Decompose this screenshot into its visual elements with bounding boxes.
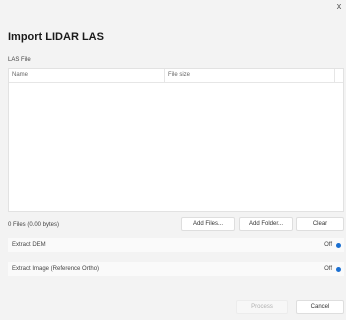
extract-dem-toggle[interactable] [336, 243, 341, 248]
import-lidar-dialog: x Import LIDAR LAS LAS File Name File si… [0, 0, 346, 320]
add-files-button[interactable]: Add Files... [181, 217, 235, 231]
extract-image-label: Extract Image (Reference Ortho) [12, 266, 100, 272]
dialog-title: Import LIDAR LAS [8, 31, 104, 43]
column-header-file-size[interactable]: File size [165, 69, 335, 82]
extract-image-state: Off [324, 266, 332, 272]
add-folder-button[interactable]: Add Folder... [239, 217, 293, 231]
extract-dem-row: Extract DEM Off [8, 238, 344, 252]
las-file-table[interactable]: Name File size [8, 68, 344, 212]
extract-image-toggle[interactable] [336, 267, 341, 272]
extract-dem-state: Off [324, 242, 332, 248]
column-header-name[interactable]: Name [9, 69, 165, 82]
files-summary: 0 Files (0.00 bytes) [8, 222, 60, 228]
clear-button[interactable]: Clear [296, 217, 344, 231]
las-file-label: LAS File [8, 57, 31, 63]
process-button[interactable]: Process [236, 300, 288, 314]
table-header: Name File size [9, 69, 343, 83]
column-header-filler [335, 69, 343, 82]
close-icon[interactable]: x [334, 0, 344, 12]
extract-dem-label: Extract DEM [12, 242, 46, 248]
cancel-button[interactable]: Cancel [296, 300, 344, 314]
extract-image-row: Extract Image (Reference Ortho) Off [8, 262, 344, 276]
